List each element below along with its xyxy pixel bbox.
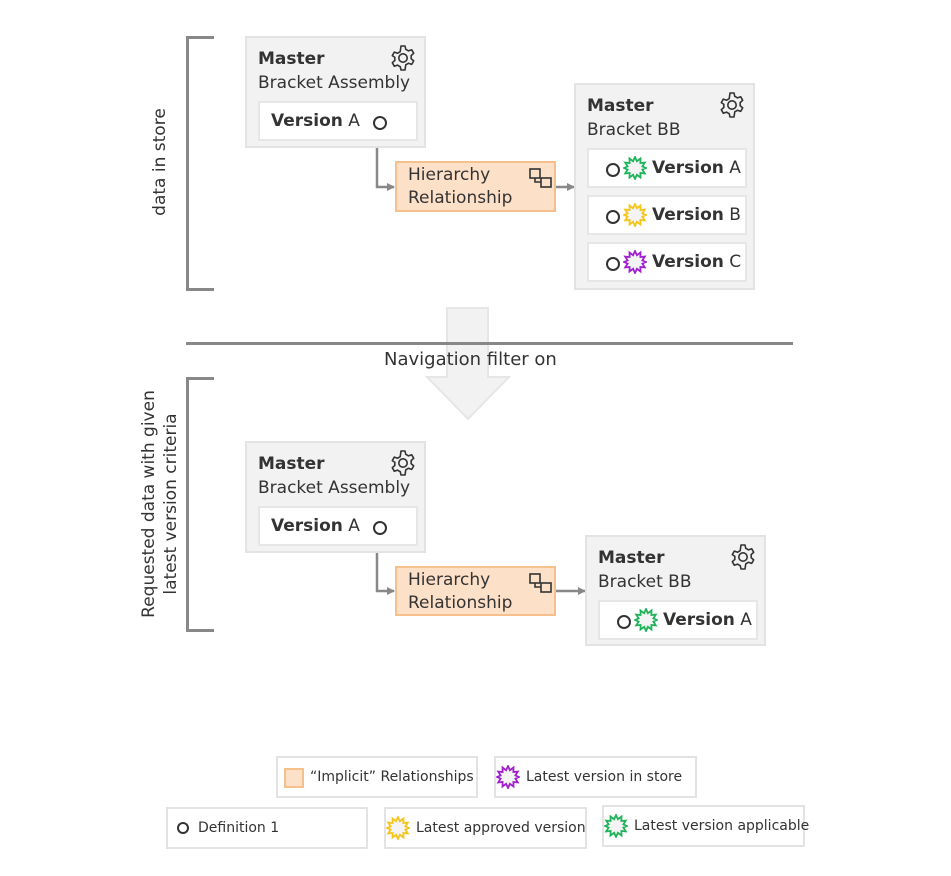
legend-label: Definition 1 — [198, 820, 280, 836]
legend-latest-approved: Latest approved version — [384, 807, 587, 849]
legend-definition: Definition 1 — [166, 807, 368, 849]
hierarchy-relationship[interactable]: Hierarchy Relationship — [395, 566, 556, 616]
legend-latest-in-store: Latest version in store — [494, 756, 697, 798]
version-row[interactable]: Version A — [598, 600, 758, 640]
version-row[interactable]: Version A — [258, 506, 418, 546]
latest-version-applicable-icon — [634, 608, 658, 632]
legend-implicit-relationships: “Implicit” Relationships — [276, 756, 478, 798]
version-label: Version — [271, 516, 343, 536]
legend-latest-applicable: Latest version applicable — [602, 805, 809, 847]
legend-label: Latest version applicable — [634, 818, 810, 834]
legend-label: Latest approved version — [416, 820, 586, 836]
gear-icon[interactable] — [388, 448, 418, 478]
bottom-connectors — [375, 532, 586, 595]
gear-icon[interactable] — [728, 542, 758, 572]
latest-version-in-store-icon — [496, 765, 520, 789]
master-bracket-assembly[interactable]: Master Bracket Assembly Version A — [245, 441, 426, 553]
latest-approved-version-icon — [386, 816, 410, 840]
master-title: Master — [598, 548, 665, 568]
latest-version-applicable-icon — [604, 814, 628, 838]
relationship-icon — [528, 572, 554, 594]
definition-circle-icon — [373, 521, 387, 535]
version-letter: A — [740, 610, 752, 630]
relationship-line1: Hierarchy — [408, 570, 491, 590]
definition-circle-icon — [177, 822, 189, 834]
version-letter: A — [348, 516, 360, 536]
version-label: Version — [663, 610, 735, 630]
implicit-relationship-swatch-icon — [284, 768, 304, 788]
relationship-line2: Relationship — [408, 593, 513, 613]
legend-label: “Implicit” Relationships — [310, 769, 474, 785]
master-bracket-bb[interactable]: Master Bracket BB Version A — [585, 535, 766, 646]
definition-circle-icon — [617, 615, 631, 629]
master-title: Master — [258, 454, 325, 474]
master-name: Bracket Assembly — [258, 478, 411, 498]
master-name: Bracket BB — [598, 572, 692, 592]
legend-label: Latest version in store — [526, 769, 683, 785]
